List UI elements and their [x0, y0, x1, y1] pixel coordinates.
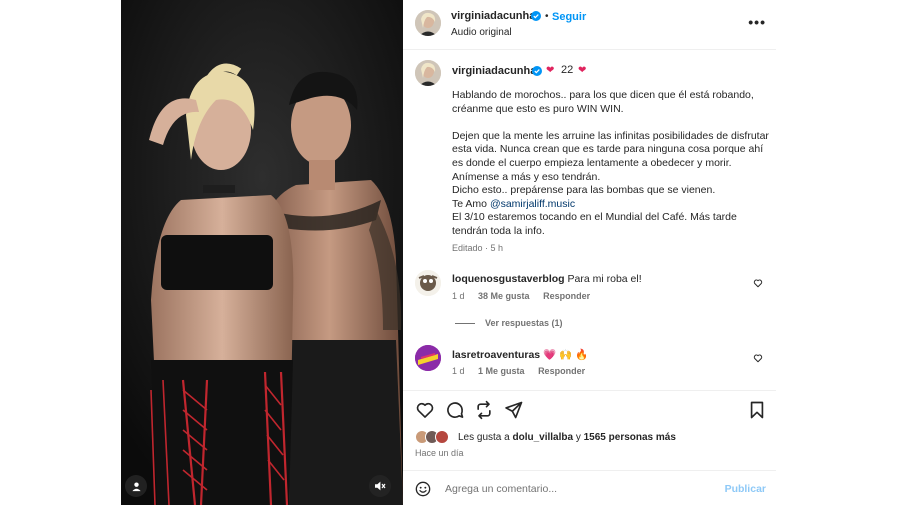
post-details-panel: virginiadacunha • Seguir Audio original … [403, 0, 776, 505]
repost-icon[interactable] [474, 400, 494, 420]
post-photo [121, 0, 403, 505]
likes-connector: y [573, 432, 584, 443]
audio-muted-icon [375, 481, 386, 491]
comment-likes[interactable]: 1 Me gusta [478, 366, 525, 376]
caption-username[interactable]: virginiadacunha [452, 65, 536, 77]
verified-icon [532, 66, 542, 76]
publish-button[interactable]: Publicar [725, 483, 766, 495]
view-replies-button[interactable]: Ver respuestas (1) [455, 318, 563, 328]
comment-text: Para mi roba el! [567, 273, 642, 285]
edited-timestamp: Editado · 5 h [452, 243, 504, 253]
avatar-image [415, 60, 441, 86]
likes-prefix: Les gusta a [458, 432, 513, 443]
more-options-icon[interactable]: ••• [748, 14, 766, 30]
comment-age: 1 d [452, 366, 465, 376]
mention-link[interactable]: @samirjaliff.music [490, 198, 575, 210]
bookmark-icon[interactable] [747, 400, 767, 420]
reply-button[interactable]: Responder [538, 366, 585, 376]
post-header: virginiadacunha • Seguir Audio original … [403, 0, 776, 50]
caption-body: Hablando de morochos.. para los que dice… [452, 89, 769, 210]
add-comment-bar: Publicar [403, 470, 776, 505]
likes-text: Les gusta a dolu_villalba y 1565 persona… [458, 432, 676, 443]
author-avatar[interactable] [415, 10, 441, 36]
tags-icon [131, 481, 141, 491]
comment-age: 1 d [452, 291, 465, 301]
emoji-icon[interactable] [415, 481, 431, 497]
comment-username[interactable]: loquenosgustaverblog [452, 273, 565, 285]
share-icon[interactable] [504, 400, 524, 420]
view-replies-label: Ver respuestas (1) [485, 318, 563, 328]
liker-avatars[interactable] [415, 430, 455, 444]
avatar-image [415, 10, 441, 36]
comment-text: 💗 🙌 🔥 [543, 349, 589, 361]
separator-dot: • [545, 11, 549, 22]
caption-count: 22 [561, 64, 574, 76]
caption-text: Hablando de morochos.. para los que dice… [452, 89, 772, 239]
reply-button[interactable]: Responder [543, 291, 590, 301]
heart-icon[interactable] [753, 353, 763, 363]
heart-icon[interactable] [415, 400, 435, 420]
post-media[interactable] [121, 0, 403, 505]
tags-button[interactable] [125, 475, 147, 497]
verified-icon [531, 11, 541, 21]
commenter-avatar[interactable] [415, 270, 441, 296]
avatar-image [415, 270, 441, 296]
liker-username[interactable]: dolu_villalba [512, 432, 573, 443]
comment-username[interactable]: lasretroaventuras [452, 349, 540, 361]
heart-emoji: ❤ [578, 65, 587, 76]
comment-likes[interactable]: 38 Me gusta [478, 291, 530, 301]
follow-button[interactable]: Seguir [552, 11, 586, 23]
liker-avatar [435, 430, 449, 444]
heart-emoji: ❤ [546, 65, 555, 76]
post-time: Hace un día [415, 448, 464, 458]
commenter-avatar[interactable] [415, 345, 441, 371]
action-bar [403, 390, 776, 430]
avatar-image [415, 345, 441, 371]
likes-count[interactable]: 1565 personas más [584, 432, 676, 443]
comment-icon[interactable] [445, 400, 465, 420]
audio-toggle-button[interactable] [369, 475, 391, 497]
audio-label[interactable]: Audio original [451, 27, 512, 38]
replies-divider [455, 323, 475, 325]
heart-icon[interactable] [753, 278, 763, 288]
comment-input[interactable] [445, 480, 715, 498]
author-username[interactable]: virginiadacunha [451, 10, 535, 22]
caption-avatar[interactable] [415, 60, 441, 86]
caption-body-end: El 3/10 estaremos tocando en el Mundial … [452, 211, 737, 237]
